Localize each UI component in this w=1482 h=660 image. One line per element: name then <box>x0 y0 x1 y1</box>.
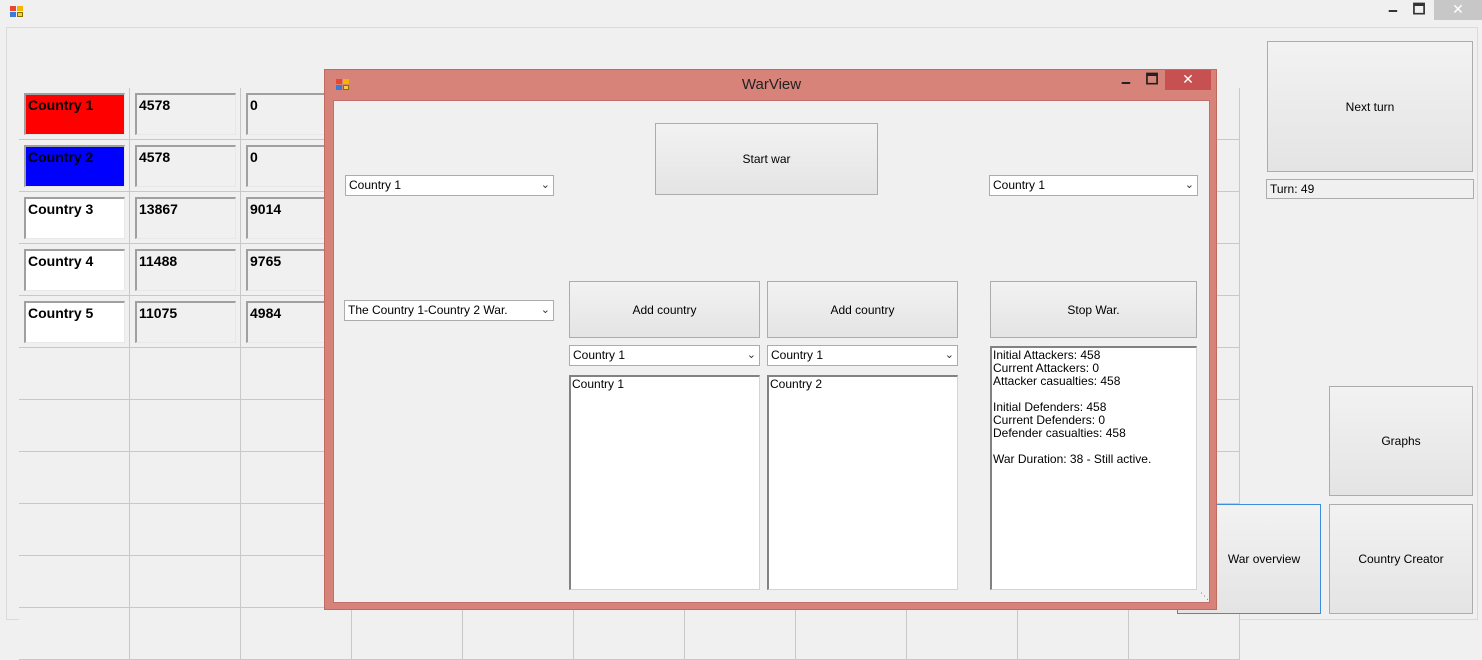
left-add-select[interactable]: Country 1 ⌄ <box>569 345 760 366</box>
warview-close-button[interactable]: ✕ <box>1165 70 1211 90</box>
warview-client: Country 1 ⌄ Start war Country 1 ⌄ The Co… <box>333 100 1210 603</box>
country-name-field[interactable]: Country 2 <box>24 145 125 187</box>
chevron-down-icon: ⌄ <box>540 179 550 191</box>
war-stats-box: Initial Attackers: 458 Current Attackers… <box>990 346 1197 590</box>
war-select-value: The Country 1-Country 2 War. <box>348 303 508 317</box>
list-item[interactable]: Country 2 <box>770 378 956 391</box>
attacker-select-value: Country 1 <box>349 178 402 192</box>
grid-cell <box>907 608 1018 660</box>
maximize-button[interactable]: 🗖 <box>1404 0 1434 20</box>
warview-title: WarView <box>741 76 802 93</box>
turn-label: Turn: 49 <box>1266 179 1474 199</box>
country-name-field[interactable]: Country 5 <box>24 301 125 343</box>
country-value-field[interactable]: 13867 <box>135 197 236 239</box>
add-country-left-button[interactable]: Add country <box>569 281 760 338</box>
grid-cell <box>130 504 241 556</box>
grid-cell: 11075 <box>130 296 241 348</box>
attacker-select[interactable]: Country 1 ⌄ <box>345 175 554 196</box>
country-creator-button[interactable]: Country Creator <box>1329 504 1473 614</box>
grid-cell <box>19 348 130 400</box>
grid-cell <box>130 400 241 452</box>
stop-war-button[interactable]: Stop War. <box>990 281 1197 338</box>
grid-cell <box>796 608 907 660</box>
country-value-field[interactable]: 4578 <box>135 145 236 187</box>
grid-cell: 13867 <box>130 192 241 244</box>
grid-cell <box>19 608 130 660</box>
grid-cell <box>130 452 241 504</box>
grid-cell <box>130 556 241 608</box>
grid-cell: Country 3 <box>19 192 130 244</box>
country-name-field[interactable]: Country 1 <box>24 93 125 135</box>
grid-cell <box>685 608 796 660</box>
warview-maximize-button[interactable]: 🗖 <box>1137 70 1167 90</box>
defender-select[interactable]: Country 1 ⌄ <box>989 175 1198 196</box>
chevron-down-icon: ⌄ <box>1184 179 1194 191</box>
attacker-casualties: Attacker casualties: 458 <box>993 374 1121 388</box>
graphs-button[interactable]: Graphs <box>1329 386 1473 496</box>
resize-grip-icon[interactable]: ⋱ <box>1200 591 1209 602</box>
add-country-right-button[interactable]: Add country <box>767 281 958 338</box>
attackers-list[interactable]: Country 1 <box>569 375 760 590</box>
war-duration: War Duration: 38 - Still active. <box>993 452 1152 466</box>
app-icon <box>10 6 24 18</box>
grid-cell <box>130 348 241 400</box>
grid-cell <box>19 556 130 608</box>
grid-cell: Country 4 <box>19 244 130 296</box>
grid-cell: Country 2 <box>19 140 130 192</box>
defender-casualties: Defender casualties: 458 <box>993 426 1126 440</box>
next-turn-button[interactable]: Next turn <box>1267 41 1473 172</box>
list-item[interactable]: Country 1 <box>572 378 758 391</box>
chevron-down-icon: ⌄ <box>746 349 756 361</box>
close-button[interactable]: ✕ <box>1434 0 1482 20</box>
grid-cell: Country 5 <box>19 296 130 348</box>
defender-select-value: Country 1 <box>993 178 1046 192</box>
chevron-down-icon: ⌄ <box>540 304 550 316</box>
country-value-field[interactable]: 11075 <box>135 301 236 343</box>
right-add-select[interactable]: Country 1 ⌄ <box>767 345 958 366</box>
warview-window: WarView 🗕 🗖 ✕ Country 1 ⌄ Start war Coun… <box>324 69 1217 610</box>
right-add-select-value: Country 1 <box>771 348 824 362</box>
country-value-field[interactable]: 4578 <box>135 93 236 135</box>
start-war-button[interactable]: Start war <box>655 123 878 195</box>
chevron-down-icon: ⌄ <box>944 349 954 361</box>
grid-cell: 4578 <box>130 140 241 192</box>
main-titlebar: 🗕 🗖 ✕ <box>0 0 1482 24</box>
grid-cell <box>1018 608 1129 660</box>
grid-cell <box>463 608 574 660</box>
grid-cell <box>1129 608 1240 660</box>
country-value-field[interactable]: 11488 <box>135 249 236 291</box>
grid-cell: 11488 <box>130 244 241 296</box>
grid-cell <box>241 608 352 660</box>
grid-cell <box>19 452 130 504</box>
grid-cell <box>130 608 241 660</box>
defenders-list[interactable]: Country 2 <box>767 375 958 590</box>
war-select[interactable]: The Country 1-Country 2 War. ⌄ <box>344 300 554 321</box>
grid-cell <box>352 608 463 660</box>
left-add-select-value: Country 1 <box>573 348 626 362</box>
grid-cell <box>19 504 130 556</box>
country-name-field[interactable]: Country 4 <box>24 249 125 291</box>
country-name-field[interactable]: Country 3 <box>24 197 125 239</box>
grid-cell: Country 1 <box>19 88 130 140</box>
grid-cell <box>19 400 130 452</box>
grid-cell: 4578 <box>130 88 241 140</box>
grid-cell <box>574 608 685 660</box>
